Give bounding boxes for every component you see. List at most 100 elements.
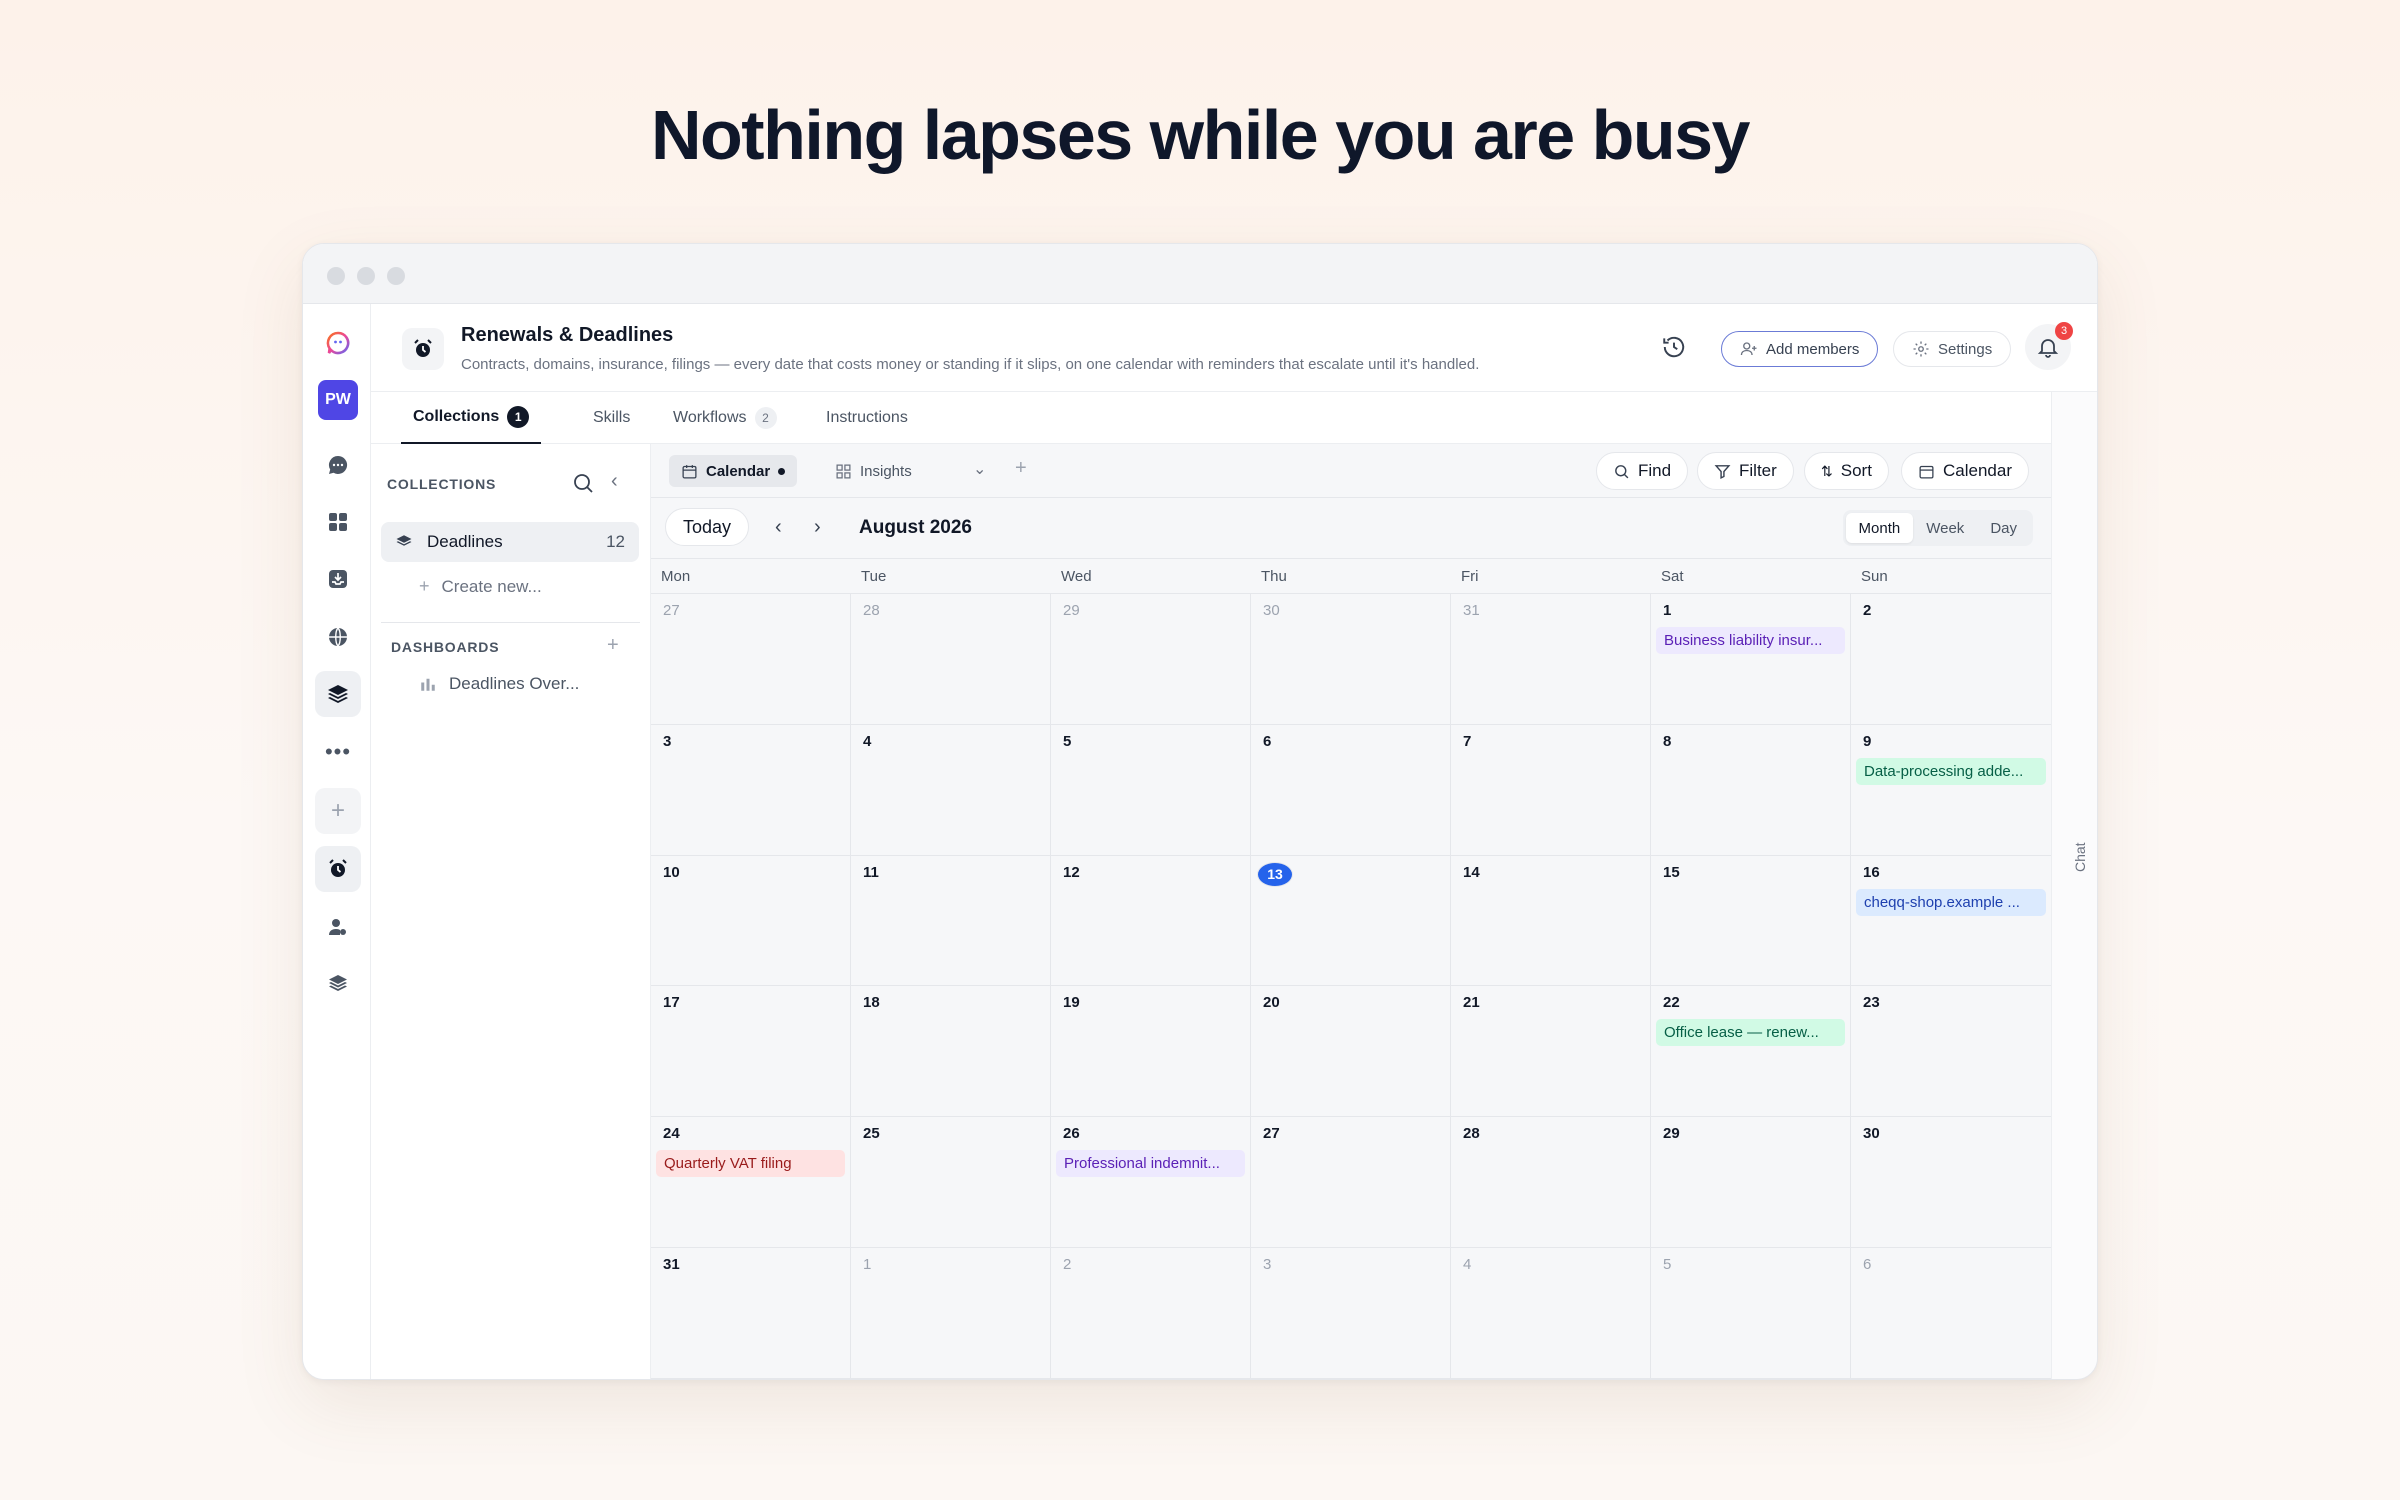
day-cell[interactable]: 2 bbox=[1051, 1248, 1251, 1379]
calendar-event[interactable]: Office lease — renew... bbox=[1656, 1019, 1845, 1047]
calendar-event[interactable]: cheqq-shop.example ... bbox=[1856, 888, 2046, 916]
day-cell[interactable]: 5 bbox=[1051, 724, 1251, 856]
day-cell[interactable]: 30 bbox=[1851, 1117, 2051, 1249]
dashboard-item[interactable]: Deadlines Over... bbox=[419, 674, 579, 694]
alarm-clock-icon[interactable] bbox=[315, 846, 361, 892]
view-calendar[interactable]: Calendar bbox=[669, 455, 798, 487]
chat-icon[interactable] bbox=[315, 442, 361, 488]
notification-badge: 3 bbox=[2055, 322, 2073, 340]
tab-workflows[interactable]: Workflows 2 bbox=[673, 392, 777, 444]
grid-apps-icon[interactable] bbox=[315, 499, 361, 545]
today-button[interactable]: Today bbox=[665, 508, 750, 546]
day-cell[interactable]: 22 Office lease — renew... bbox=[1651, 986, 1851, 1118]
chat-panel-label: Chat bbox=[2072, 842, 2088, 872]
notifications-button[interactable]: 3 bbox=[2025, 322, 2073, 370]
mode-week-button[interactable]: Week bbox=[1913, 513, 1977, 543]
calendar-event[interactable]: Business liability insur... bbox=[1656, 627, 1845, 654]
day-cell[interactable]: 31 bbox=[1451, 594, 1651, 725]
calendar-event[interactable]: Professional indemnit... bbox=[1056, 1150, 1245, 1178]
day-cell[interactable]: 17 bbox=[651, 986, 851, 1118]
day-cell[interactable]: 23 bbox=[1851, 986, 2051, 1118]
day-cell[interactable]: 26 Professional indemnit... bbox=[1051, 1117, 1251, 1249]
day-cell[interactable]: 21 bbox=[1451, 986, 1651, 1118]
day-cell[interactable]: 29 bbox=[1651, 1117, 1851, 1249]
day-cell[interactable]: 5 bbox=[1651, 1248, 1851, 1379]
day-cell[interactable]: 6 bbox=[1251, 724, 1451, 856]
day-cell[interactable]: 2 bbox=[1851, 594, 2051, 725]
day-cell[interactable]: 8 bbox=[1651, 724, 1851, 856]
window-minimize-dot[interactable] bbox=[357, 267, 375, 285]
add-view-icon[interactable]: + bbox=[1015, 457, 1027, 480]
settings-button[interactable]: Settings bbox=[1893, 331, 2012, 367]
layers-icon[interactable] bbox=[315, 671, 361, 717]
day-cell[interactable]: 13 bbox=[1251, 855, 1451, 987]
tab-collections[interactable]: Collections 1 bbox=[401, 392, 542, 444]
collection-item-deadlines[interactable]: Deadlines 12 bbox=[381, 522, 639, 562]
day-cell[interactable]: 4 bbox=[1451, 1248, 1651, 1379]
day-cell[interactable]: 10 bbox=[651, 855, 851, 987]
collapse-panel-icon[interactable]: ‹ bbox=[611, 470, 618, 493]
day-cell[interactable]: 25 bbox=[851, 1117, 1051, 1249]
globe-icon[interactable] bbox=[315, 614, 361, 660]
chat-side-panel[interactable]: Chat bbox=[2051, 392, 2097, 1379]
add-space-icon[interactable]: + bbox=[315, 788, 361, 834]
day-cell[interactable]: 18 bbox=[851, 986, 1051, 1118]
tab-instructions[interactable]: Instructions bbox=[826, 392, 908, 444]
window-close-dot[interactable] bbox=[327, 267, 345, 285]
find-label: Find bbox=[1638, 461, 1672, 480]
user-settings-icon[interactable] bbox=[315, 904, 361, 950]
event-title: Data-processing adde... bbox=[1864, 762, 2024, 780]
workspace-avatar[interactable]: PW bbox=[318, 380, 358, 420]
filter-button[interactable]: Filter bbox=[1697, 452, 1794, 490]
calendar-settings-button[interactable]: Calendar bbox=[1901, 452, 2029, 490]
day-cell[interactable]: 27 bbox=[651, 594, 851, 725]
view-insights[interactable]: Insights bbox=[823, 455, 924, 487]
add-members-button[interactable]: Add members bbox=[1721, 331, 1879, 367]
day-cell[interactable]: 1 bbox=[851, 1248, 1051, 1379]
app-logo-icon[interactable] bbox=[315, 320, 361, 366]
history-icon[interactable] bbox=[1661, 334, 1689, 362]
calendar-event[interactable]: Quarterly VAT filing bbox=[656, 1150, 845, 1178]
tab-label: Instructions bbox=[826, 409, 908, 426]
day-cell[interactable]: 9 Data-processing adde... bbox=[1851, 725, 2051, 856]
day-cell[interactable]: 28 bbox=[1451, 1117, 1651, 1249]
day-cell[interactable]: 16 cheqq-shop.example ... bbox=[1851, 856, 2051, 987]
panel-divider bbox=[381, 622, 640, 623]
day-cell[interactable]: 20 bbox=[1251, 986, 1451, 1118]
day-cell[interactable]: 4 bbox=[851, 724, 1051, 856]
day-cell[interactable]: 11 bbox=[851, 855, 1051, 987]
day-cell[interactable]: 3 bbox=[1251, 1248, 1451, 1379]
day-cell[interactable]: 6 bbox=[1851, 1248, 2051, 1379]
day-cell[interactable]: 28 bbox=[851, 594, 1051, 725]
day-cell[interactable]: 30 bbox=[1251, 594, 1451, 725]
mode-day-button[interactable]: Day bbox=[1977, 513, 2030, 543]
chevron-down-icon[interactable]: ⌄ bbox=[973, 459, 986, 479]
stack-icon[interactable] bbox=[315, 960, 361, 1006]
day-cell[interactable]: 1 Business liability insur... bbox=[1651, 594, 1851, 725]
day-cell[interactable]: 27 bbox=[1251, 1117, 1451, 1249]
day-cell[interactable]: 31 bbox=[651, 1248, 851, 1379]
calendar-event[interactable]: Data-processing adde... bbox=[1856, 757, 2046, 785]
sort-button[interactable]: ⇅ Sort bbox=[1804, 452, 1889, 490]
search-icon[interactable] bbox=[571, 471, 595, 500]
chevron-left-icon[interactable]: ‹ bbox=[775, 516, 782, 539]
find-button[interactable]: Find bbox=[1596, 452, 1689, 490]
tab-skills[interactable]: Skills bbox=[593, 392, 630, 444]
chevron-right-icon[interactable]: › bbox=[814, 516, 821, 539]
day-cell[interactable]: 29 bbox=[1051, 594, 1251, 725]
inbox-icon[interactable] bbox=[315, 556, 361, 602]
date-number: 24 bbox=[663, 1125, 680, 1143]
mode-month-button[interactable]: Month bbox=[1845, 513, 1914, 543]
more-icon[interactable]: ••• bbox=[315, 729, 361, 775]
day-cell[interactable]: 7 bbox=[1451, 724, 1651, 856]
day-cell[interactable]: 19 bbox=[1051, 986, 1251, 1118]
add-dashboard-icon[interactable]: + bbox=[607, 634, 619, 657]
day-cell[interactable]: 12 bbox=[1051, 855, 1251, 987]
month-grid: 27 28 29 30 31 1 Business liability insur... 2 3… bbox=[651, 594, 2051, 1379]
day-cell[interactable]: 15 bbox=[1651, 855, 1851, 987]
day-cell[interactable]: 14 bbox=[1451, 855, 1651, 987]
day-cell[interactable]: 3 bbox=[651, 724, 851, 856]
day-cell[interactable]: 24 Quarterly VAT filing bbox=[651, 1117, 851, 1249]
create-new-button[interactable]: + Create new... bbox=[419, 576, 542, 597]
window-maximize-dot[interactable] bbox=[387, 267, 405, 285]
